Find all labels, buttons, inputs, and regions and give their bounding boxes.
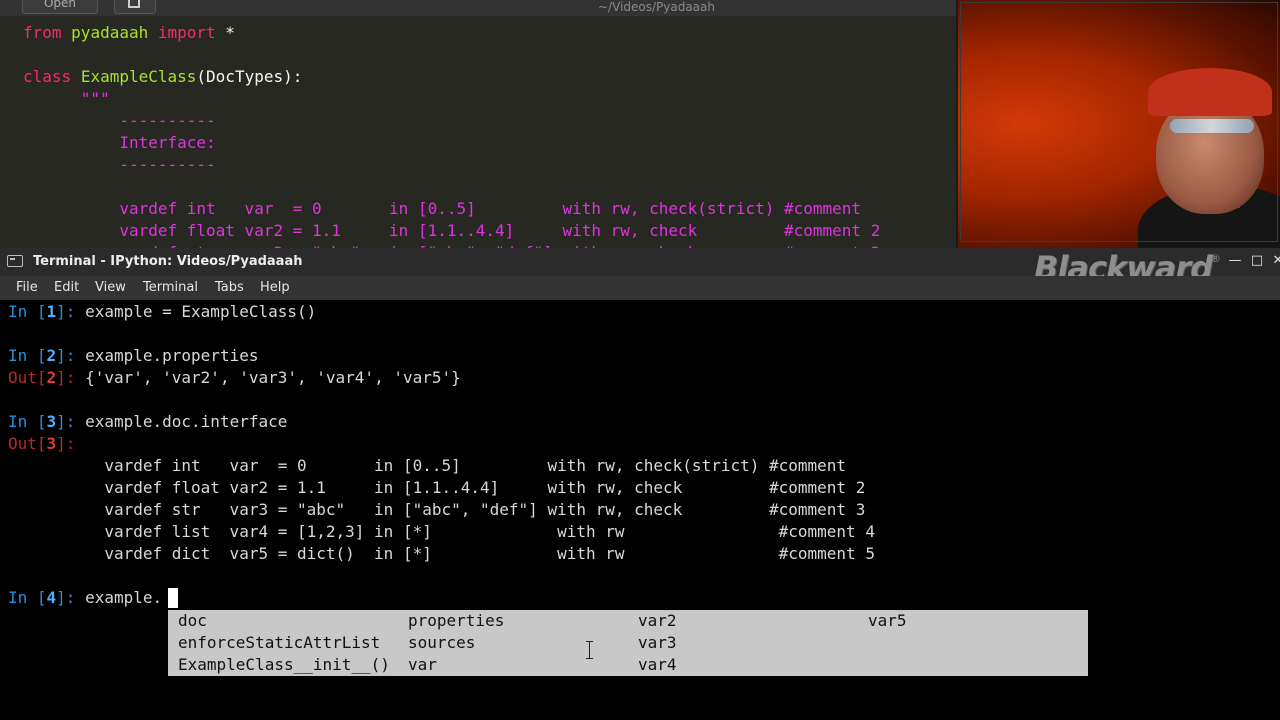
editor-code-line: ---------- <box>23 110 216 132</box>
code-token: import <box>157 23 216 42</box>
editor-code-line: """ <box>23 88 110 110</box>
close-button[interactable]: ✕ <box>1271 254 1280 268</box>
maximize-button[interactable]: □ <box>1250 254 1264 268</box>
terminal-text-line: vardef int var = 0 in [0..5] with rw, ch… <box>8 456 847 475</box>
input-prompt-line: In [1]: example = ExampleClass() <box>8 301 316 323</box>
webcam-frame <box>960 2 1278 242</box>
output-prompt-line: Out[2]: {'var', 'var2', 'var3', 'var4', … <box>8 367 461 389</box>
save-button[interactable] <box>114 0 156 14</box>
menu-file[interactable]: File <box>16 280 38 295</box>
menu-terminal[interactable]: Terminal <box>143 280 198 295</box>
completion-item[interactable]: var3 <box>638 632 677 654</box>
terminal-text: example. <box>85 588 163 607</box>
completion-item[interactable]: enforceStaticAttrList <box>178 632 380 654</box>
editor-code-line: class ExampleClass(DocTypes): <box>23 66 302 88</box>
minimize-button[interactable]: — <box>1228 254 1242 268</box>
editor-code-line: Interface: <box>23 132 216 154</box>
menu-help[interactable]: Help <box>260 280 290 295</box>
code-token: * <box>215 23 235 42</box>
code-token: Interface: <box>23 133 216 152</box>
open-button[interactable]: Open <box>22 0 98 14</box>
terminal-text: example.properties <box>85 346 259 365</box>
mouse-ibeam-icon <box>586 641 594 659</box>
window-title: Terminal - IPython: Videos/Pyadaaah <box>33 254 303 269</box>
code-token: pyadaaah <box>71 23 149 42</box>
editor-titlebar: Open ~/Videos/Pyadaaah <box>0 0 958 16</box>
code-token: vardef float var2 = 1.1 in [1.1..4.4] wi… <box>23 221 881 240</box>
terminal-text: {'var', 'var2', 'var3', 'var4', 'var5'} <box>85 368 461 387</box>
completion-item[interactable]: var4 <box>638 654 677 676</box>
terminal-text: example = ExampleClass() <box>85 302 317 321</box>
editor-code-line: ---------- <box>23 154 216 176</box>
completion-item[interactable]: doc <box>178 610 207 632</box>
code-token: ---------- <box>23 155 216 174</box>
menu-view[interactable]: View <box>95 280 126 295</box>
editor-code-line: from pyadaaah import * <box>23 22 235 44</box>
terminal-text-line: vardef list var4 = [1,2,3] in [*] with r… <box>8 522 875 541</box>
code-editor[interactable]: Open ~/Videos/Pyadaaah from pyadaaah imp… <box>0 0 958 248</box>
output-prompt: Out[3]: <box>8 434 86 453</box>
input-prompt-line: In [4]: example. <box>8 587 162 609</box>
save-icon <box>128 0 140 8</box>
input-prompt: In [1]: <box>8 302 86 321</box>
input-prompt-line: In [3]: example.doc.interface <box>8 411 287 433</box>
editor-code-line: vardef float var2 = 1.1 in [1.1..4.4] wi… <box>23 220 880 242</box>
output-prompt-line: Out[3]: <box>8 433 85 455</box>
menu-tabs[interactable]: Tabs <box>215 280 244 295</box>
code-token: from <box>23 23 62 42</box>
input-prompt-line: In [2]: example.properties <box>8 345 258 367</box>
completion-popup[interactable]: doc properties var2 var5 enforceStaticAttrLi… <box>168 610 1088 676</box>
code-token: ExampleClass <box>80 67 197 86</box>
terminal-text: example.doc.interface <box>85 412 288 431</box>
brand-registered-mark: ® <box>1210 252 1221 265</box>
completion-item[interactable]: var2 <box>638 610 677 632</box>
input-prompt: In [4]: <box>8 588 86 607</box>
menu-bar: File Edit View Terminal Tabs Help <box>0 276 1280 300</box>
terminal-text-line: vardef dict var5 = dict() in [*] with rw… <box>8 544 875 563</box>
menu-edit[interactable]: Edit <box>54 280 79 295</box>
editor-file-path: ~/Videos/Pyadaaah <box>598 0 715 14</box>
completion-item[interactable]: ExampleClass__init__() <box>178 654 390 676</box>
terminal-text-line: vardef float var2 = 1.1 in [1.1..4.4] wi… <box>8 478 866 497</box>
text-cursor <box>168 588 178 608</box>
webcam-overlay <box>958 0 1280 248</box>
terminal-text-line: vardef str var3 = "abc" in ["abc", "def"… <box>8 500 866 519</box>
completion-item[interactable]: properties <box>408 610 504 632</box>
input-prompt: In [3]: <box>8 412 86 431</box>
terminal-titlebar[interactable]: Terminal - IPython: Videos/Pyadaaah Blac… <box>0 248 1280 287</box>
code-token: """ <box>23 89 110 108</box>
code-token: (DocTypes): <box>196 67 303 86</box>
code-token: ---------- <box>23 111 216 130</box>
completion-item[interactable]: sources <box>408 632 475 654</box>
terminal-icon <box>7 255 23 267</box>
completion-item[interactable]: var5 <box>868 610 907 632</box>
editor-code-line: vardef int var = 0 in [0..5] with rw, ch… <box>23 198 861 220</box>
completion-item[interactable]: var <box>408 654 437 676</box>
code-token: vardef int var = 0 in [0..5] with rw, ch… <box>23 199 862 218</box>
terminal-window[interactable]: Terminal - IPython: Videos/Pyadaaah Blac… <box>0 248 1280 720</box>
code-token: class <box>23 67 72 86</box>
input-prompt: In [2]: <box>8 346 86 365</box>
output-prompt: Out[2]: <box>8 368 86 387</box>
terminal-output[interactable]: In [1]: example = ExampleClass() In [2]: … <box>0 300 1280 720</box>
